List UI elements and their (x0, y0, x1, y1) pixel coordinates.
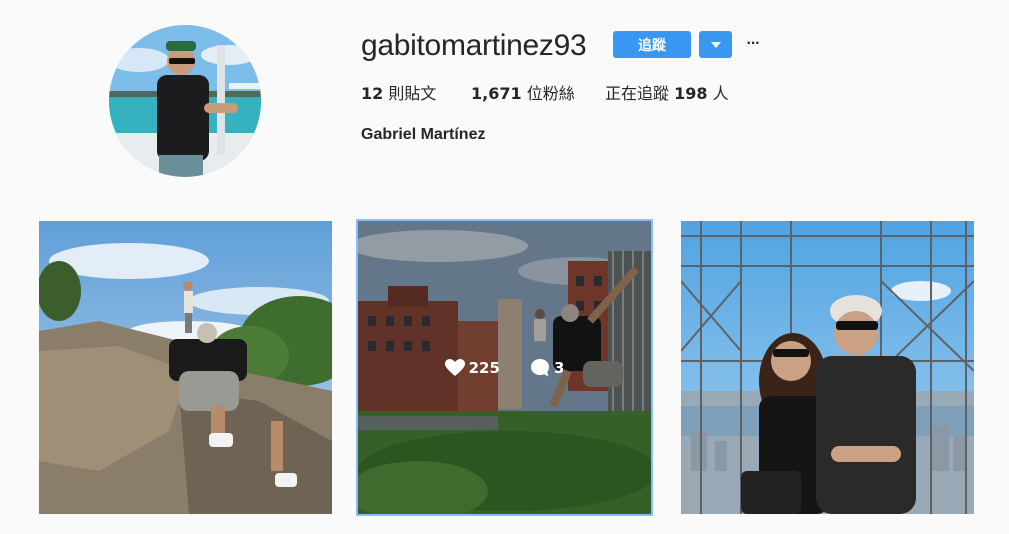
post-likes-count: 225 (468, 358, 500, 377)
speech-bubble-icon (530, 358, 549, 376)
following-prefix: 正在追蹤 (605, 84, 675, 103)
profile-avatar[interactable] (109, 25, 261, 177)
followers-label: 位粉絲 (521, 84, 575, 103)
posts-count: 12 (361, 84, 384, 103)
post-hover-overlay[interactable]: 225 3 (358, 221, 651, 514)
posts-label: 則貼文 (383, 84, 437, 103)
post-comments: 3 (530, 358, 564, 378)
follow-button[interactable]: 追蹤 (613, 31, 691, 58)
followers-count: 1,671 (471, 84, 522, 103)
triangle-down-icon (710, 41, 721, 48)
stat-posts: 12 則貼文 (361, 84, 436, 104)
stat-following[interactable]: 正在追蹤 198 人 (605, 84, 729, 104)
stat-followers[interactable]: 1,671 位粉絲 (471, 84, 575, 104)
post-thumbnail-3[interactable] (681, 221, 974, 514)
suggestions-dropdown-button[interactable] (699, 31, 732, 58)
profile-full-name: Gabriel Martínez (361, 126, 486, 143)
more-options-button[interactable]: ··· (743, 33, 763, 55)
ellipsis-icon: ··· (746, 35, 761, 52)
post-likes: 225 (444, 358, 500, 377)
profile-username: gabitomartinez93 (361, 29, 587, 62)
post-thumbnail-1[interactable] (39, 221, 332, 514)
following-count: 198 (674, 84, 708, 103)
heart-icon (444, 358, 465, 376)
post-thumbnail-2[interactable]: 225 3 (356, 219, 653, 516)
following-suffix: 人 (707, 84, 729, 103)
post-comments-count: 3 (553, 358, 565, 377)
